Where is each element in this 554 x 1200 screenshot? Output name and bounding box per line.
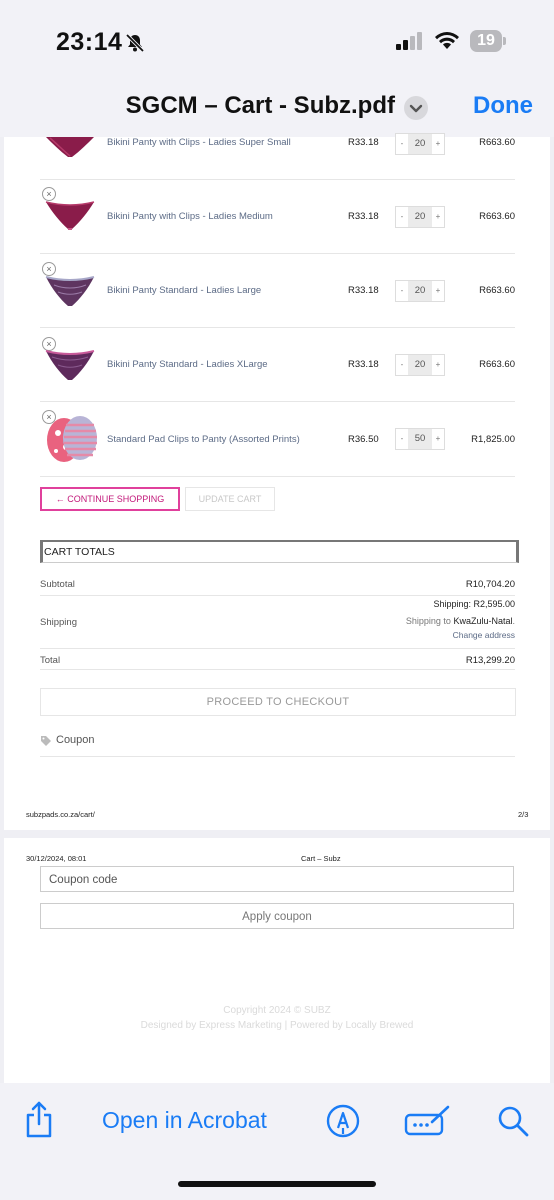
coupon-toggle[interactable]: Coupon [56,734,95,746]
quantity-stepper[interactable]: -50 + [395,428,445,450]
battery-cap [503,37,506,45]
quantity-stepper[interactable]: -20 + [395,206,445,228]
share-icon[interactable] [24,1101,54,1144]
product-price: R33.18 [348,285,379,296]
product-subtotal: R663.60 [479,285,515,296]
quantity-stepper[interactable]: -20 + [395,133,445,155]
subtotal-label: Subtotal [40,579,75,590]
print-datetime: 30/12/2024, 08:01 [26,854,87,863]
product-price: R33.18 [348,137,379,148]
product-price: R33.18 [348,359,379,370]
shipping-to-prefix: Shipping to [405,616,454,626]
subtotal-value: R10,704.20 [465,579,515,590]
footer-brand: SUBZ [304,1005,331,1016]
shipping-to-suffix: . [512,616,515,626]
copyright-text: Copyright 2024 © SUBZ [0,1005,554,1016]
product-name[interactable]: Standard Pad Clips to Panty (Assorted Pr… [107,434,300,445]
product-name[interactable]: Bikini Panty with Clips - Ladies Super S… [107,137,291,148]
product-subtotal: R663.60 [479,359,515,370]
shipping-region: KwaZulu-Natal [453,616,513,626]
product-subtotal: R663.60 [479,211,515,222]
row-divider [40,179,515,180]
coupon-divider [40,756,515,757]
totals-divider [40,669,515,670]
product-price: R33.18 [348,211,379,222]
chevron-down-icon [409,104,423,113]
decrement-button[interactable]: - [396,355,408,375]
decrement-button[interactable]: - [396,429,408,449]
quantity-value[interactable]: 50 [408,429,432,449]
quantity-value[interactable]: 20 [408,134,432,154]
quantity-stepper[interactable]: -20 + [395,280,445,302]
row-divider [40,327,515,328]
status-time: 23:14 [56,28,123,56]
update-cart-button[interactable]: UPDATE CART [185,487,275,511]
cellular-signal-icon [396,32,424,55]
signature-icon[interactable] [404,1104,452,1143]
done-button[interactable]: Done [473,92,533,120]
product-thumbnail[interactable] [44,413,100,470]
page-footer-url: subzpads.co.za/cart/ [26,810,95,819]
quantity-value[interactable]: 20 [408,281,432,301]
shipping-destination: Shipping to KwaZulu-Natal. [315,616,515,626]
product-price: R36.50 [348,434,379,445]
markup-pen-icon[interactable] [326,1104,360,1143]
title-menu-button[interactable] [404,96,428,120]
continue-shopping-button[interactable]: ← CONTINUE SHOPPING [40,487,180,511]
product-subtotal: R663.60 [479,137,515,148]
document-title[interactable]: SGCM – Cart - Subz.pdf [0,92,395,120]
product-name[interactable]: Bikini Panty with Clips - Ladies Medium [107,211,273,222]
apply-coupon-button[interactable]: Apply coupon [40,903,514,929]
decrement-button[interactable]: - [396,134,408,154]
wifi-icon [434,30,460,55]
row-divider [40,476,515,477]
row-divider [40,253,515,254]
change-address-link[interactable]: Change address [315,630,515,640]
product-subtotal: R1,825.00 [471,434,515,445]
tag-icon [40,734,52,752]
product-name[interactable]: Bikini Panty Standard - Ladies XLarge [107,359,268,370]
open-in-acrobat-button[interactable]: Open in Acrobat [102,1107,267,1134]
decrement-button[interactable]: - [396,281,408,301]
shipping-label: Shipping [40,617,77,628]
quantity-value[interactable]: 20 [408,355,432,375]
total-value: R13,299.20 [465,655,515,666]
product-thumbnail[interactable] [44,347,96,388]
totals-divider [40,648,515,649]
shipping-value: Shipping: R2,595.00 [433,599,515,609]
home-indicator [178,1181,376,1187]
quantity-value[interactable]: 20 [408,207,432,227]
totals-divider [40,595,515,596]
bell-slash-icon [124,32,146,59]
pdf-page-2 [4,137,550,830]
product-thumbnail[interactable] [44,137,96,164]
quantity-stepper[interactable]: -20 + [395,354,445,376]
footer-credits: Designed by Express Marketing | Powered … [140,1020,414,1031]
product-name[interactable]: Bikini Panty Standard - Ladies Large [107,285,261,296]
product-thumbnail[interactable] [44,198,96,237]
decrement-button[interactable]: - [396,207,408,227]
page-number: 2/3 [518,810,529,819]
copyright-prefix: Copyright 2024 © [223,1005,305,1016]
battery-icon: 19 [470,30,502,52]
search-icon[interactable] [496,1104,530,1143]
row-divider [40,401,515,402]
print-page-title: Cart – Subz [301,854,341,863]
proceed-to-checkout-button[interactable]: PROCEED TO CHECKOUT [40,688,516,716]
coupon-code-input[interactable]: Coupon code [40,866,514,892]
product-thumbnail[interactable] [44,273,96,314]
cart-totals-heading: CART TOTALS [40,540,519,563]
total-label: Total [40,655,61,666]
